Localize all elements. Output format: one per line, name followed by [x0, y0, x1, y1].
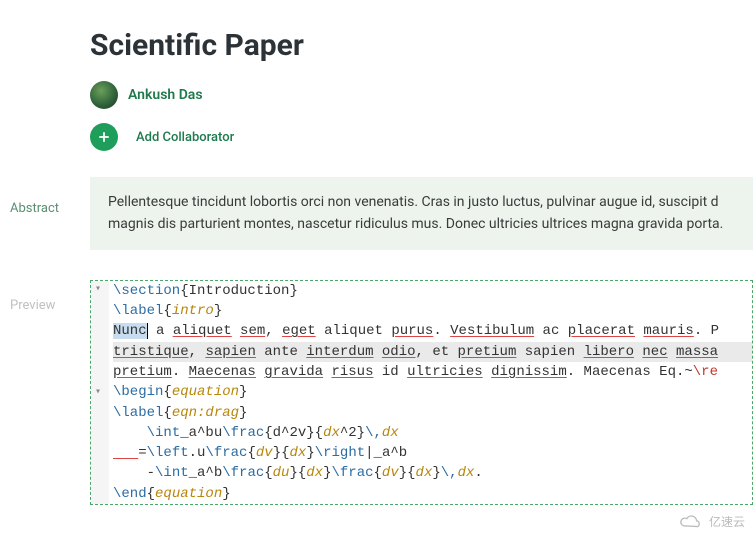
avatar[interactable]	[90, 81, 118, 109]
page-title: Scientific Paper	[90, 28, 753, 63]
add-collaborator-row: Add Collaborator	[90, 123, 753, 151]
editor-line[interactable]: \end{equation}	[113, 484, 752, 504]
editor-gutter: ▾ ▾	[91, 281, 109, 504]
sidebar-item-preview[interactable]: Preview	[0, 292, 90, 319]
editor-line[interactable]: Nunc a aliquet sem, eget aliquet purus. …	[113, 321, 752, 341]
latex-editor[interactable]: ▾ ▾ \section{Introduction}\label{intro}N…	[90, 280, 753, 505]
editor-line[interactable]: \label{eqn:drag}	[113, 403, 752, 423]
watermark: 亿速云	[679, 513, 745, 530]
editor-line[interactable]: \begin{equation}	[113, 382, 752, 402]
editor-line[interactable]: =\left.u\frac{dv}{dx}\right|_a^b	[113, 443, 752, 463]
abstract-box: Pellentesque tincidunt lobortis orci non…	[90, 177, 753, 250]
fold-icon[interactable]: ▾	[95, 386, 101, 401]
fold-icon[interactable]: ▾	[95, 283, 101, 298]
editor-line[interactable]: tristique, sapien ante interdum odio, et…	[113, 342, 752, 362]
editor-line[interactable]: pretium. Maecenas gravida risus id ultri…	[113, 362, 752, 382]
sidebar: Abstract Preview	[0, 0, 90, 505]
main-content: Scientific Paper Ankush Das Add Collabor…	[90, 0, 753, 505]
sidebar-item-abstract[interactable]: Abstract	[0, 195, 90, 222]
plus-icon	[97, 130, 111, 144]
editor-line[interactable]: \section{Introduction}	[113, 281, 752, 301]
editor-line[interactable]: \label{intro}	[113, 301, 752, 321]
cloud-icon	[679, 514, 705, 530]
add-collaborator-button[interactable]	[90, 123, 118, 151]
editor-line[interactable]: \int_a^bu\frac{d^2v}{dx^2}\,dx	[113, 423, 752, 443]
author-row: Ankush Das	[90, 81, 753, 109]
editor-line[interactable]: -\int_a^b\frac{du}{dx}\frac{dv}{dx}\,dx.	[113, 463, 752, 483]
author-name[interactable]: Ankush Das	[128, 87, 203, 103]
add-collaborator-label[interactable]: Add Collaborator	[136, 130, 234, 145]
